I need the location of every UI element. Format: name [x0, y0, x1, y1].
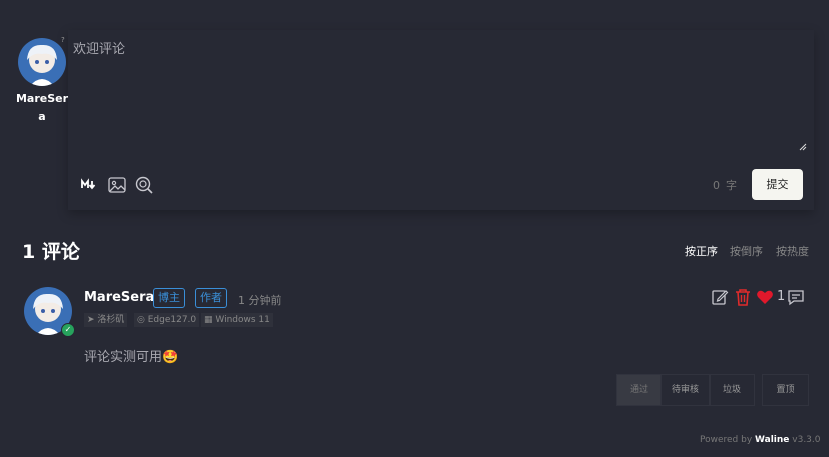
sort-hot-tab[interactable]: 按热度 [776, 243, 809, 259]
spam-button[interactable]: 垃圾 [709, 374, 755, 406]
powered-by-footer: Powered by Waline v3.3.0 [700, 435, 821, 445]
comment-author[interactable]: MareSera [84, 290, 154, 305]
comment-time: 1 分钟前 [238, 294, 282, 307]
image-icon[interactable] [108, 176, 126, 194]
sort-ascending-tab[interactable]: 按正序 [685, 243, 718, 259]
comment-count-title: 1 评论 [22, 241, 80, 263]
editor-placeholder[interactable]: 欢迎评论 [73, 38, 125, 57]
meta-os: ▦ Windows 11 [201, 313, 273, 327]
word-count-value: 0 [713, 179, 720, 192]
sort-descending-tab[interactable]: 按倒序 [730, 243, 763, 259]
word-count-unit: 字 [726, 179, 737, 192]
help-icon[interactable]: ? [61, 36, 65, 44]
avatar-image [18, 38, 66, 86]
edit-icon[interactable] [711, 288, 729, 306]
meta-browser: ◎ Edge127.0 [134, 313, 200, 327]
markdown-icon[interactable] [80, 176, 98, 194]
login-avatar[interactable] [18, 38, 66, 86]
word-count: 0字 [713, 177, 737, 193]
submit-button[interactable]: 提交 [752, 169, 803, 200]
badge-author: 作者 [195, 288, 227, 308]
verified-check-icon: ✓ [61, 323, 75, 337]
windows-icon: ▦ [204, 315, 213, 325]
location-icon: ➤ [87, 315, 95, 325]
pending-button[interactable]: 待审核 [660, 374, 711, 406]
star-struck-emoji: 🤩 [162, 350, 179, 365]
waline-link[interactable]: Waline [755, 435, 789, 445]
emoji-search-icon[interactable] [135, 176, 153, 194]
approve-button[interactable]: 通过 [616, 374, 662, 406]
badge-blogger: 博主 [153, 288, 185, 308]
reply-icon[interactable] [787, 288, 805, 306]
login-user-name: MareSera [15, 92, 69, 123]
browser-icon: ◎ [137, 315, 145, 325]
comment-content: 评论实测可用🤩 [84, 350, 179, 365]
resize-handle-icon[interactable] [799, 143, 807, 151]
meta-location: ➤ 洛杉矶 [84, 313, 128, 327]
like-heart-icon[interactable] [756, 288, 774, 306]
like-count: 1 [777, 289, 786, 304]
delete-icon[interactable] [734, 288, 752, 306]
pin-button[interactable]: 置顶 [762, 374, 809, 406]
comment-editor[interactable] [68, 30, 814, 210]
